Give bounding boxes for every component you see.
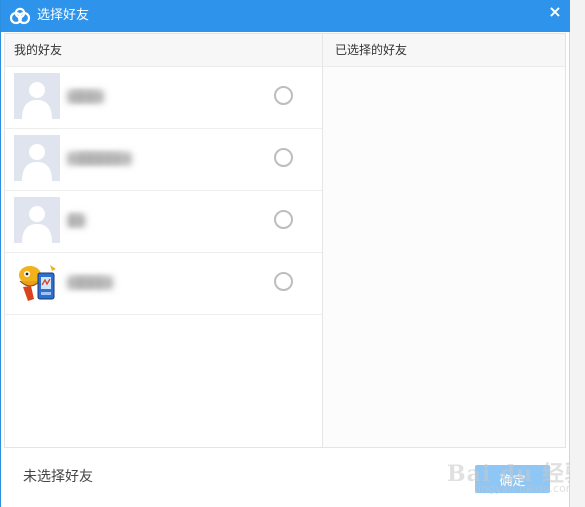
- default-avatar-icon: [14, 73, 60, 119]
- selection-status: 未选择好友: [23, 469, 93, 485]
- friend-name: ▇▇▇▇: [67, 88, 104, 104]
- dialog-footer: 未选择好友 确定: [4, 448, 566, 507]
- friend-select-radio[interactable]: [274, 86, 293, 105]
- friend-select-radio[interactable]: [274, 148, 293, 167]
- friend-row[interactable]: ▇▇▇▇▇: [5, 253, 322, 315]
- friend-select-radio[interactable]: [274, 272, 293, 291]
- title-bar: 选择好友 ×: [1, 0, 571, 32]
- friends-panel: 我的好友 ▇▇▇▇ ▇▇▇▇▇▇▇ ▇▇ ▇▇▇▇▇ 已选择的好友: [4, 33, 566, 448]
- dialog-title: 选择好友: [37, 8, 90, 23]
- my-friends-column: 我的好友 ▇▇▇▇ ▇▇▇▇▇▇▇ ▇▇ ▇▇▇▇▇: [5, 34, 323, 447]
- selected-friends-header: 已选择的好友: [323, 34, 565, 67]
- default-avatar-icon: [14, 197, 60, 243]
- cartoon-avatar-icon: [14, 259, 60, 305]
- friend-name: ▇▇▇▇▇▇▇: [67, 150, 132, 166]
- selected-friends-column: 已选择的好友: [323, 34, 565, 447]
- my-friends-header: 我的好友: [5, 34, 322, 67]
- close-button[interactable]: ×: [539, 0, 571, 22]
- default-avatar-icon: [14, 135, 60, 181]
- friend-row[interactable]: ▇▇▇▇▇▇▇: [5, 129, 322, 191]
- friend-row[interactable]: ▇▇: [5, 191, 322, 253]
- baidu-cloud-icon: [9, 7, 31, 25]
- friend-row[interactable]: ▇▇▇▇: [5, 67, 322, 129]
- friend-list: ▇▇▇▇ ▇▇▇▇▇▇▇ ▇▇ ▇▇▇▇▇: [5, 67, 322, 315]
- close-icon: ×: [548, 1, 562, 21]
- confirm-button[interactable]: 确定: [475, 465, 550, 493]
- select-friends-dialog: 选择好友 × 我的好友 ▇▇▇▇ ▇▇▇▇▇▇▇ ▇▇ ▇▇▇▇▇ 已选择的好友…: [0, 0, 585, 507]
- friend-name: ▇▇: [67, 212, 86, 228]
- friend-name: ▇▇▇▇▇: [67, 274, 114, 290]
- window-gutter: [570, 0, 585, 507]
- friend-select-radio[interactable]: [274, 210, 293, 229]
